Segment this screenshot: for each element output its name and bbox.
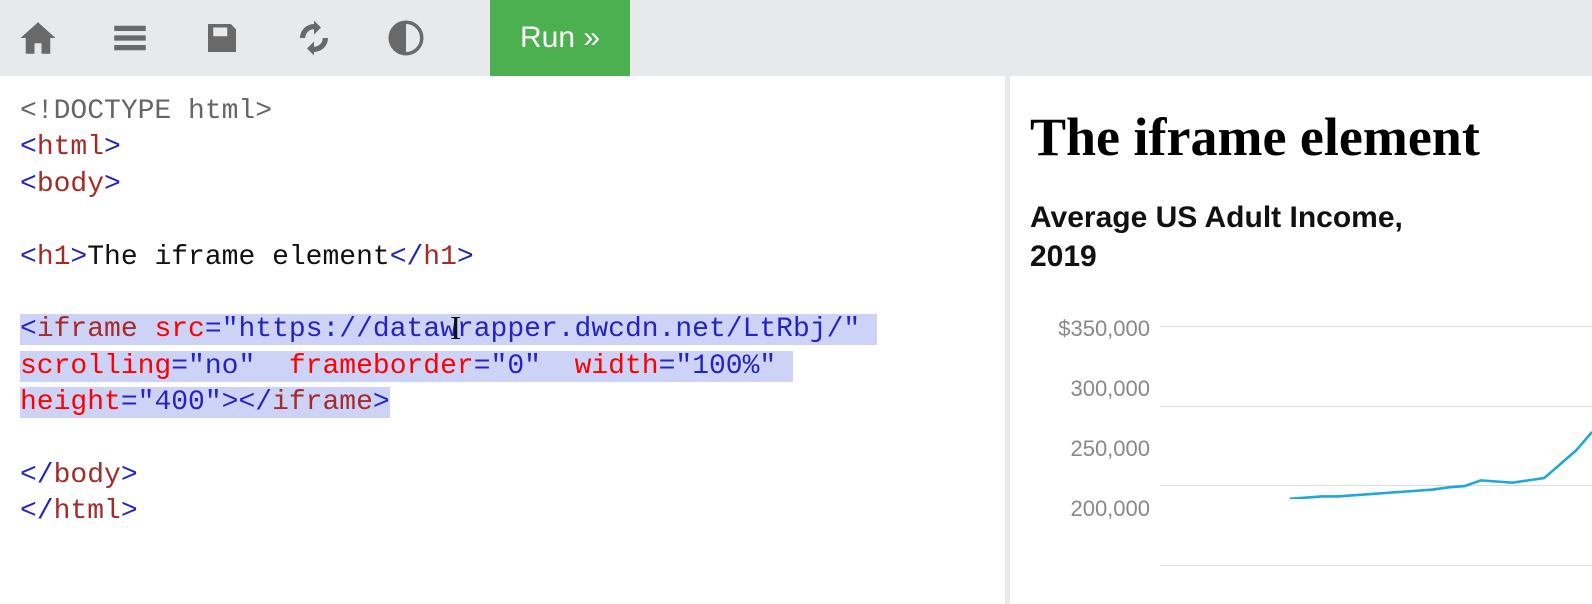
code-editor[interactable]: <!DOCTYPE html><html><body> <h1>The ifra… [0,76,1010,604]
menu-icon[interactable] [102,10,158,66]
run-button[interactable]: Run » [490,0,630,76]
code-line[interactable]: </html> [20,494,985,530]
chart-area: $350,000 300,000 250,000 200,000 [1030,316,1592,566]
code-line[interactable]: <h1>The iframe element</h1> [20,240,985,276]
code-line[interactable]: <body> [20,167,985,203]
chart-y-tick: 250,000 [1030,436,1150,462]
toolbar: Run » [0,0,1592,76]
rotate-icon[interactable] [286,10,342,66]
code-line[interactable]: </body> [20,458,985,494]
chart-title-line1: Average US Adult Income, [1030,201,1403,234]
run-button-label: Run » [520,21,600,55]
code-line[interactable]: <html> [20,130,985,166]
save-icon[interactable] [194,10,250,66]
chart-title-line2: 2019 [1030,240,1097,273]
home-icon[interactable] [10,10,66,66]
chart-title: Average US Adult Income, 2019 [1030,198,1592,276]
code-line[interactable]: <iframe src="https://datawrapper.dwcdn.n… [20,312,985,348]
code-line[interactable] [20,422,985,458]
theme-icon[interactable] [378,10,434,66]
code-line[interactable] [20,276,985,312]
chart-y-tick: 200,000 [1030,496,1150,522]
chart-y-tick: 300,000 [1030,376,1150,402]
code-line[interactable]: scrolling="no" frameborder="0" width="10… [20,349,985,385]
code-line[interactable] [20,203,985,239]
main-area: <!DOCTYPE html><html><body> <h1>The ifra… [0,76,1592,604]
preview-heading: The iframe element [1030,106,1592,168]
chart-y-axis-labels: $350,000 300,000 250,000 200,000 [1030,316,1150,522]
preview-pane: The iframe element Average US Adult Inco… [1010,76,1592,604]
chart-line [1160,326,1592,499]
chart-y-tick: $350,000 [1030,316,1150,342]
code-line[interactable]: <!DOCTYPE html> [20,94,985,130]
code-line[interactable]: height="400"></iframe> [20,385,985,421]
